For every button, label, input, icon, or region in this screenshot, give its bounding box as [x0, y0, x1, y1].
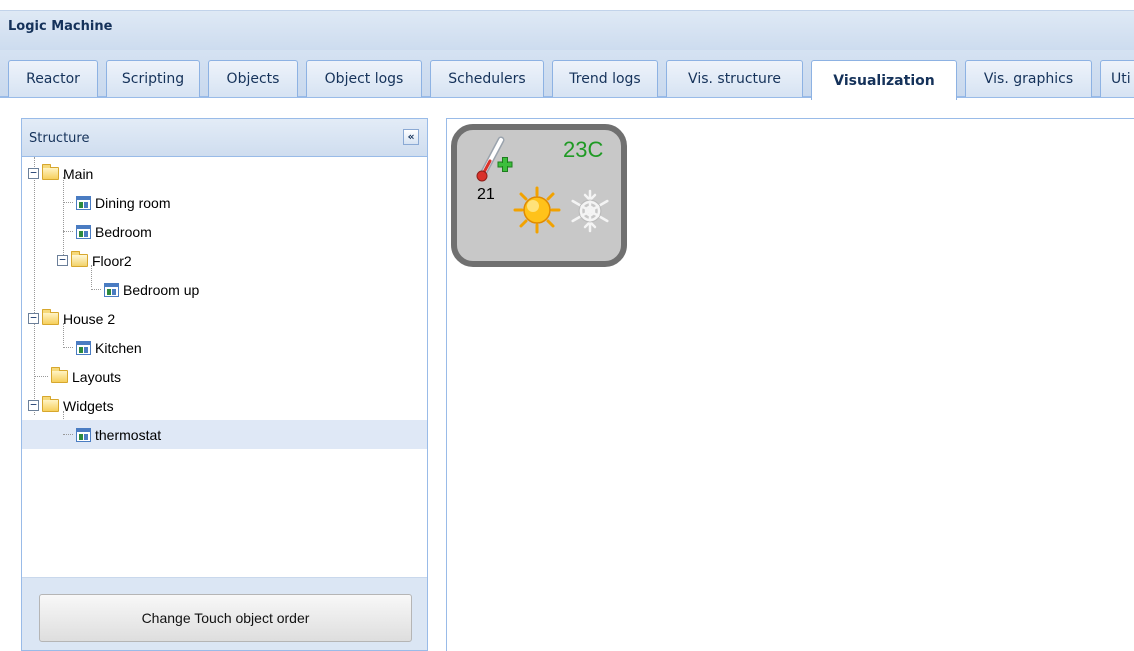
tree-item-label: Kitchen: [95, 339, 142, 356]
tab-visualization[interactable]: Visualization: [811, 60, 957, 100]
collapse-toggle-icon[interactable]: −: [28, 399, 39, 411]
app-title: Logic Machine: [8, 19, 113, 34]
tree-item-main[interactable]: − Main: [22, 159, 427, 188]
tab-schedulers[interactable]: Schedulers: [430, 60, 544, 97]
collapse-panel-icon[interactable]: «: [403, 129, 419, 145]
tree-connector: [34, 376, 48, 377]
tree-item-thermostat[interactable]: thermostat: [22, 420, 427, 449]
tree-item-label: Bedroom: [95, 223, 152, 240]
tree-item-label: Bedroom up: [123, 281, 200, 298]
page-icon: [76, 195, 91, 210]
tab-vis-graphics[interactable]: Vis. graphics: [965, 60, 1092, 97]
folder-icon: [42, 396, 59, 412]
tree-item-floor2[interactable]: − Floor2: [22, 246, 427, 275]
folder-icon: [51, 367, 68, 383]
tree-connector: [63, 202, 73, 203]
folder-icon: [42, 164, 59, 180]
tree-item-label: Main: [63, 165, 94, 182]
tree-item-house-2[interactable]: − House 2: [22, 304, 427, 333]
tree-item-widgets[interactable]: − Widgets: [22, 391, 427, 420]
collapse-toggle-icon[interactable]: −: [57, 254, 68, 266]
title-bar-background: [0, 10, 1134, 50]
tab-strip: Reactor Scripting Objects Object logs Sc…: [0, 50, 1134, 100]
structure-panel-title: Structure: [29, 131, 90, 146]
tab-objects[interactable]: Objects: [208, 60, 298, 97]
tree-item-label: Floor2: [92, 252, 132, 269]
snowflake-icon[interactable]: [567, 188, 613, 234]
collapse-toggle-icon[interactable]: −: [28, 312, 39, 324]
structure-panel: Structure « − Main Dining room Bedroom −…: [21, 118, 428, 651]
structure-panel-header: Structure «: [22, 119, 427, 157]
tree-item-bedroom-up[interactable]: Bedroom up: [22, 275, 427, 304]
tab-reactor[interactable]: Reactor: [8, 60, 98, 97]
tree-item-label: Dining room: [95, 194, 171, 211]
tree-connector: [91, 289, 101, 290]
page-icon: [76, 340, 91, 355]
tree-item-label: House 2: [63, 310, 116, 327]
tree-connector: [63, 347, 73, 348]
tree-connector: [63, 231, 73, 232]
tab-object-logs[interactable]: Object logs: [306, 60, 422, 97]
thermostat-widget[interactable]: 23C 21: [451, 124, 627, 267]
tab-vis-structure[interactable]: Vis. structure: [666, 60, 803, 97]
tree-item-label: thermostat: [95, 426, 162, 443]
tab-utilities[interactable]: Uti: [1100, 60, 1134, 97]
collapse-toggle-icon[interactable]: −: [28, 167, 39, 179]
thermometer-plus-icon[interactable]: [475, 134, 515, 184]
tab-scripting[interactable]: Scripting: [106, 60, 200, 97]
visualization-canvas: 23C 21: [446, 118, 1134, 651]
page-icon: [104, 282, 119, 297]
tree-item-label: Layouts: [72, 368, 122, 385]
title-bar: Logic Machine: [0, 0, 1134, 50]
structure-panel-footer: Change Touch object order: [22, 577, 427, 650]
tree-item-dining-room[interactable]: Dining room: [22, 188, 427, 217]
page-icon: [76, 427, 91, 442]
tree-item-kitchen[interactable]: Kitchen: [22, 333, 427, 362]
folder-icon: [42, 309, 59, 325]
structure-tree: − Main Dining room Bedroom − Floor2 Bedr…: [22, 157, 427, 577]
page-icon: [76, 224, 91, 239]
setpoint-value: 21: [477, 186, 495, 203]
tab-trend-logs[interactable]: Trend logs: [552, 60, 658, 97]
open-folder-icon: [71, 251, 88, 267]
current-temperature: 23C: [563, 137, 604, 162]
tree-item-label: Widgets: [63, 397, 114, 414]
tree-connector: [63, 434, 73, 435]
tree-item-layouts[interactable]: Layouts: [22, 362, 427, 391]
change-touch-order-button[interactable]: Change Touch object order: [39, 594, 412, 642]
tree-item-bedroom[interactable]: Bedroom: [22, 217, 427, 246]
sun-icon[interactable]: [512, 185, 562, 235]
